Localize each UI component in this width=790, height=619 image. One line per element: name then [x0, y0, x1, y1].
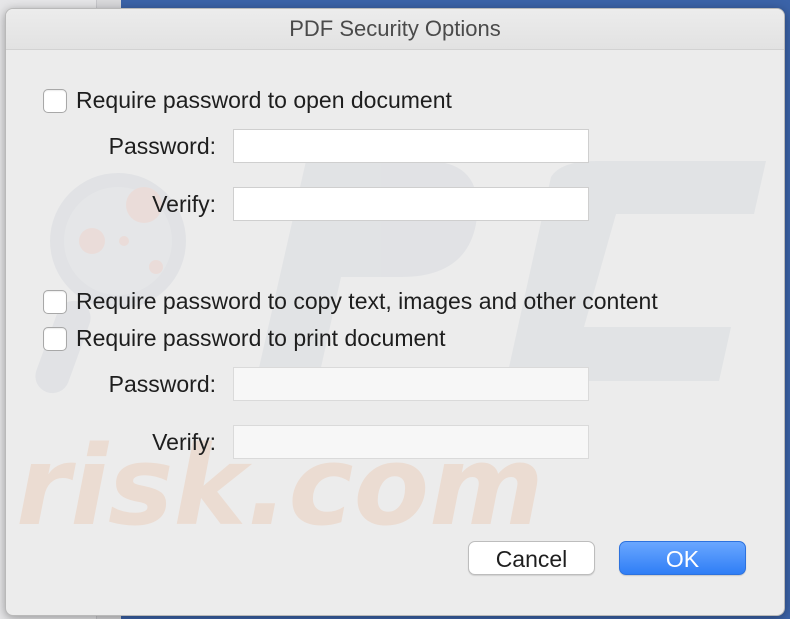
- require-open-password-label: Require password to open document: [76, 87, 452, 113]
- permissions-password-field[interactable]: [233, 367, 589, 401]
- require-copy-password-checkbox[interactable]: [43, 290, 67, 314]
- permissions-verify-label: Verify:: [152, 429, 216, 455]
- require-open-password-checkbox[interactable]: [43, 89, 67, 113]
- open-verify-label: Verify:: [152, 191, 216, 217]
- pdf-security-dialog: PDF Security Options risk.com Require pa…: [5, 8, 785, 616]
- require-print-password-label: Require password to print document: [76, 325, 446, 351]
- open-password-field[interactable]: [233, 129, 589, 163]
- cancel-button[interactable]: Cancel: [468, 541, 595, 575]
- require-copy-password-label: Require password to copy text, images an…: [76, 288, 658, 314]
- open-password-label: Password:: [108, 133, 216, 159]
- permissions-verify-field[interactable]: [233, 425, 589, 459]
- open-verify-field[interactable]: [233, 187, 589, 221]
- require-print-password-checkbox[interactable]: [43, 327, 67, 351]
- dialog-title: PDF Security Options: [6, 9, 784, 50]
- permissions-password-label: Password:: [108, 371, 216, 397]
- ok-button[interactable]: OK: [619, 541, 746, 575]
